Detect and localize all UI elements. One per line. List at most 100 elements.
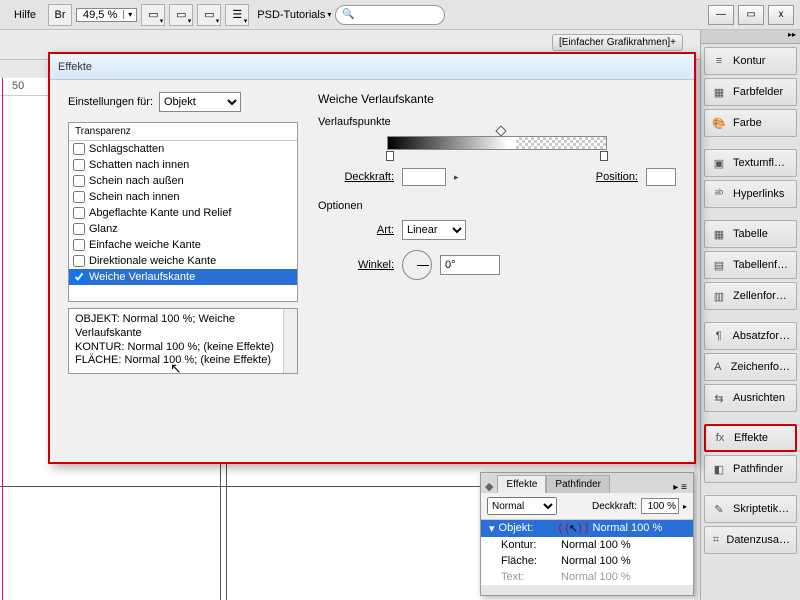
opacity-input[interactable] [402,168,446,186]
cellstyle-icon: ▥ [711,289,727,303]
group-verlaufspunkte: Verlaufspunkte [318,116,676,128]
view-options-2[interactable]: ▭▾ [169,4,193,26]
target-list: ▾Objekt:( (↖) )Normal 100 % Kontur:Norma… [481,520,693,585]
checkbox[interactable] [73,191,85,203]
document-tab[interactable]: [Einfacher Grafikrahmen]+ [552,34,683,51]
help-menu[interactable]: Hilfe [6,6,44,24]
checkbox[interactable] [73,143,85,155]
panel-tabellenformat[interactable]: ▤Tabellenf… [704,251,797,279]
panel-kontur[interactable]: ≡Kontur [704,47,797,75]
effect-direktionale-weiche-kante[interactable]: Direktionale weiche Kante [69,253,297,269]
textwrap-icon: ▣ [711,156,727,170]
panel-textumfluss[interactable]: ▣Textumfl… [704,149,797,177]
checkbox[interactable] [73,255,85,267]
minimize-button[interactable]: — [708,5,734,25]
panel-tabelle[interactable]: ▦Tabelle [704,220,797,248]
effect-schatten-innen[interactable]: Schatten nach innen [69,157,297,173]
target-flaeche[interactable]: Fläche:Normal 100 % [481,553,693,569]
window-controls: — ▭ x [704,5,794,25]
checkbox[interactable] [73,159,85,171]
gradient-stop-right[interactable] [600,151,608,161]
tablestyle-icon: ▤ [711,258,727,272]
cursor-icon: ↖ [569,522,578,535]
angle-label: Winkel: [318,259,394,271]
effect-schlagschatten[interactable]: Schlagschatten [69,141,297,157]
checkbox[interactable] [73,223,85,235]
zoom-level[interactable]: 49,5 % ▾ [76,8,137,22]
angle-input[interactable] [440,255,500,275]
gradient-stop-left[interactable] [386,151,394,161]
checkbox[interactable] [73,175,85,187]
table-icon: ▦ [711,227,727,241]
chevron-down-icon: ▾ [327,10,331,19]
slider-icon[interactable]: ▸ [683,502,687,511]
panel-menu-icon[interactable]: ▸ ≡ [667,482,693,493]
swatches-icon: ▦ [711,85,727,99]
panel-absatzformat[interactable]: ¶Absatzfor… [704,322,797,350]
search-input[interactable]: 🔍 [335,5,445,25]
stroke-icon: ≡ [711,54,727,68]
panel-farbfelder[interactable]: ▦Farbfelder [704,78,797,106]
search-icon: 🔍 [342,9,354,20]
effects-panel: ◆ Effekte Pathfinder ▸ ≡ Normal Deckkraf… [480,472,694,596]
scrollbar[interactable] [283,309,297,373]
screen-mode[interactable]: ▭▾ [197,4,221,26]
panel-effekte[interactable]: fxEffekte [704,424,797,452]
align-icon: ⇆ [711,391,727,405]
effect-schein-aussen[interactable]: Schein nach außen [69,173,297,189]
right-pane-title: Weiche Verlaufskante [318,92,676,106]
effect-einfache-weiche-kante[interactable]: Einfache weiche Kante [69,237,297,253]
gradient-strip[interactable] [387,136,607,150]
position-input[interactable] [646,168,676,186]
effects-list: Transparenz Schlagschatten Schatten nach… [68,122,298,302]
view-options-1[interactable]: ▭▾ [141,4,165,26]
menubar: Hilfe Br 49,5 % ▾ ▭▾ ▭▾ ▭▾ ☰▾ PSD-Tutori… [0,0,800,30]
effect-schein-innen[interactable]: Schein nach innen [69,189,297,205]
list-header[interactable]: Transparenz [69,123,297,141]
opacity-label: Deckkraft: [318,171,394,183]
effect-abgeflachte-kante[interactable]: Abgeflachte Kante und Relief [69,205,297,221]
panel-datenzusammen[interactable]: ⌗Datenzusa… [704,526,797,554]
bridge-button[interactable]: Br [48,4,72,26]
target-objekt[interactable]: ▾Objekt:( (↖) )Normal 100 % [481,520,693,537]
target-kontur[interactable]: Kontur:Normal 100 % [481,537,693,553]
art-select[interactable]: Linear [402,220,466,240]
panel-zeichenformat[interactable]: AZeichenfo… [704,353,797,381]
charstyle-icon: A [711,360,725,374]
effect-glanz[interactable]: Glanz [69,221,297,237]
page-edge [2,78,3,600]
tab-effekte[interactable]: Effekte [497,475,546,493]
tab-pathfinder[interactable]: Pathfinder [546,475,610,493]
panel-skriptetiketten[interactable]: ✎Skriptetik… [704,495,797,523]
settings-for-select[interactable]: Objekt [159,92,241,112]
workspace-switcher[interactable]: PSD-Tutorials ▾ [257,9,331,21]
checkbox[interactable] [73,271,85,283]
opacity-value[interactable] [641,498,679,514]
panel-dock: ▸▸ ≡Kontur ▦Farbfelder 🎨Farbe ▣Textumfl…… [700,30,800,600]
slider-icon[interactable]: ▸ [454,172,462,183]
panel-zellenformat[interactable]: ▥Zellenfor… [704,282,797,310]
settings-for-label: Einstellungen für: [68,96,153,108]
position-label: Position: [596,171,638,183]
dialog-title: Effekte [58,61,92,73]
collapse-icon: ▸▸ [788,30,796,43]
panel-farbe[interactable]: 🎨Farbe [704,109,797,137]
effect-weiche-verlaufskante[interactable]: Weiche Verlaufskante [69,269,297,285]
angle-dial[interactable] [402,250,432,280]
checkbox[interactable] [73,239,85,251]
blend-mode-select[interactable]: Normal [487,497,557,515]
maximize-button[interactable]: ▭ [738,5,764,25]
target-text[interactable]: Text:Normal 100 % [481,569,693,585]
art-label: Art: [318,224,394,236]
checkbox[interactable] [73,207,85,219]
chevron-down-icon: ▾ [123,10,136,19]
panel-ausrichten[interactable]: ⇆Ausrichten [704,384,797,412]
arrange-docs[interactable]: ☰▾ [225,4,249,26]
panel-hyperlinks[interactable]: ᵃᵇHyperlinks [704,180,797,208]
collapse-dock[interactable]: ▸▸ [701,30,800,44]
close-button[interactable]: x [768,5,794,25]
panel-pathfinder[interactable]: ◧Pathfinder [704,455,797,483]
effects-dialog: Effekte Einstellungen für: Objekt Transp… [48,52,696,464]
parastyle-icon: ¶ [711,329,727,343]
dialog-titlebar[interactable]: Effekte [50,54,694,80]
